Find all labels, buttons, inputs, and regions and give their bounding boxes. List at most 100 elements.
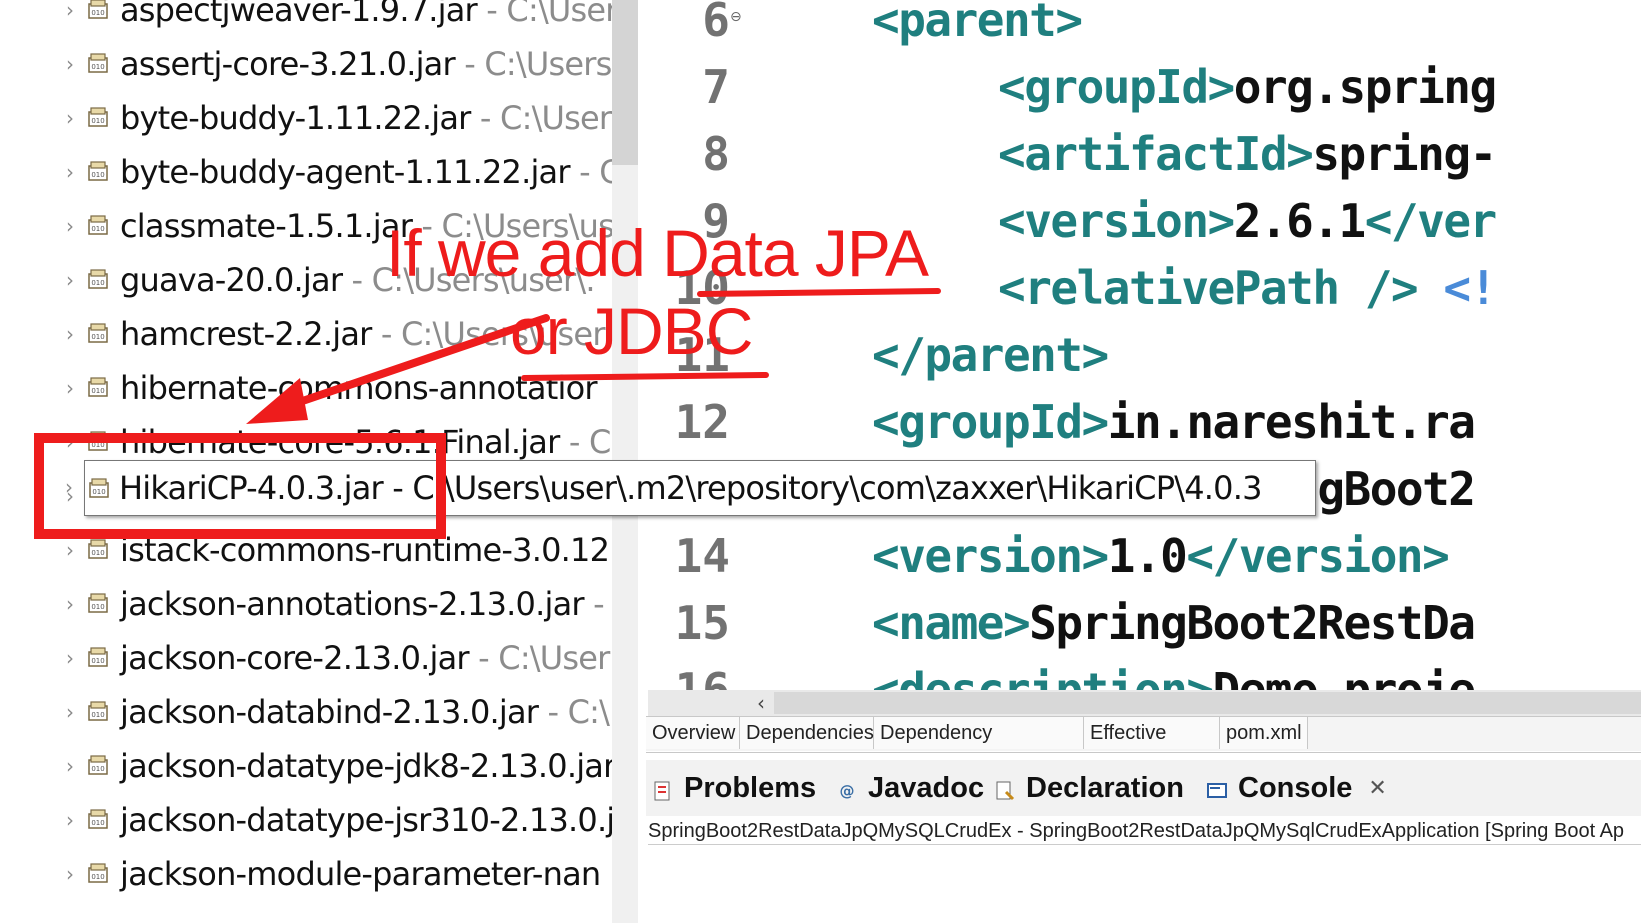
tree-item-label: assertj-core-3.21.0.jar - C:\Users — [120, 44, 612, 84]
expand-chevron-icon[interactable]: › — [66, 863, 80, 885]
code-line[interactable]: 14 <version>1.0</version> — [640, 531, 1641, 597]
jar-name: assertj-core-3.21.0.jar — [120, 45, 456, 83]
tab-overview[interactable]: Overview — [646, 717, 740, 749]
tab-dependency-hierarchy[interactable]: Dependency Hierarchy — [874, 717, 1084, 776]
annotation-line-2: or JDBC — [510, 294, 753, 368]
code-token: </version> — [1186, 529, 1449, 583]
fold-toggle-icon[interactable]: ⊖ — [730, 9, 742, 25]
expand-chevron-icon[interactable]: › — [66, 539, 80, 561]
tree-item-label: jackson-annotations-2.13.0.jar - — [120, 584, 605, 624]
tree-item-jar[interactable]: › 010 jackson-module-parameter-nan — [0, 848, 612, 902]
expand-chevron-icon[interactable]: › — [66, 593, 80, 615]
tab-problems[interactable]: Problems — [652, 760, 816, 816]
tab-javadoc[interactable]: @ Javadoc — [836, 760, 985, 816]
jar-file-icon: 010 — [86, 160, 110, 184]
jar-name: jackson-databind-2.13.0.jar — [120, 693, 539, 731]
code-text: <groupId>org.spring — [998, 60, 1497, 114]
tree-item-jar[interactable]: › 010 assertj-core-3.21.0.jar - C:\Users — [0, 38, 612, 92]
expand-chevron-icon[interactable]: › — [66, 107, 80, 129]
code-line[interactable]: 12 <groupId>in.nareshit.ra — [640, 397, 1641, 463]
expand-chevron-icon[interactable]: › — [66, 53, 80, 75]
expand-chevron-icon[interactable]: › — [66, 809, 80, 831]
tree-item-jar[interactable]: › 010 jackson-annotations-2.13.0.jar - — [0, 578, 612, 632]
explorer-scrollbar-thumb[interactable] — [612, 0, 638, 165]
code-token: spring- — [1312, 127, 1497, 181]
jar-name: byte-buddy-agent-1.11.22.jar — [120, 153, 571, 191]
console-process-label: SpringBoot2RestDataJpQMySQLCrudEx - Spri… — [648, 818, 1641, 845]
code-token: 1.0 — [1107, 529, 1188, 583]
code-text: <version>1.0</version> — [872, 529, 1450, 583]
code-token: <groupId> — [872, 395, 1109, 449]
code-token: <relativePath /> — [998, 261, 1419, 315]
tree-item-jar[interactable]: › 010 jackson-datatype-jsr310-2.13.0.j — [0, 794, 612, 848]
tree-item-label: hibernate-commons-annotatior — [120, 368, 598, 408]
code-line[interactable]: 11 </parent> — [640, 330, 1641, 396]
code-text: <artifactId>spring- — [998, 127, 1497, 181]
code-token: <groupId> — [998, 60, 1235, 114]
jar-path: - — [583, 585, 605, 623]
jar-path: - C:\Users — [470, 99, 612, 137]
pom-xml-editor[interactable]: 6 ⊖ <parent> 7 <groupId>org.spring 8 <artifact… — [640, 0, 1641, 690]
tree-item-jar[interactable]: › 010 aspectjweaver-1.9.7.jar - C:\User — [0, 0, 612, 38]
expand-chevron-icon[interactable]: › — [66, 647, 80, 669]
tree-item-label: jackson-core-2.13.0.jar - C:\User — [120, 638, 610, 678]
code-line[interactable]: 15 <name>SpringBoot2RestDa — [640, 598, 1641, 664]
svg-text:010: 010 — [91, 765, 104, 773]
code-token: </ver — [1364, 194, 1497, 248]
code-token: <artifactId> — [998, 127, 1314, 181]
code-token: <version> — [872, 529, 1109, 583]
tree-item-label: jackson-module-parameter-nan — [120, 854, 601, 894]
code-token: <version> — [998, 194, 1235, 248]
code-line[interactable]: 8 <artifactId>spring- — [640, 129, 1641, 195]
tree-item-jar[interactable]: › 010 jackson-datatype-jdk8-2.13.0.jar — [0, 740, 612, 794]
code-token: </parent> — [872, 328, 1109, 382]
tree-item-jar[interactable]: › 010 jackson-core-2.13.0.jar - C:\User — [0, 632, 612, 686]
tree-item-jar[interactable]: › 010 byte-buddy-agent-1.11.22.jar - C — [0, 146, 612, 200]
editor-scrollbar-thumb[interactable] — [774, 692, 1641, 714]
code-line[interactable]: 7 <groupId>org.spring — [640, 62, 1641, 128]
expand-chevron-icon[interactable]: › — [66, 0, 80, 21]
line-number: 8 — [702, 127, 730, 181]
tree-item-label: jackson-databind-2.13.0.jar - C:\ — [120, 692, 610, 732]
tree-item-jar[interactable]: › 010 jackson-databind-2.13.0.jar - C:\ — [0, 686, 612, 740]
annotation-line-1: If we add Data JPA — [386, 216, 929, 290]
scroll-left-arrow-icon[interactable]: ‹ — [748, 690, 774, 716]
line-number: 15 — [674, 596, 730, 650]
tab-pom-xml[interactable]: pom.xml — [1220, 717, 1308, 749]
tab-console[interactable]: Console ✕ — [1206, 760, 1387, 816]
jar-name: jackson-module-parameter-nan — [120, 855, 601, 893]
expand-chevron-icon[interactable]: › — [66, 377, 80, 399]
tab-effective-pom[interactable]: Effective POM — [1084, 717, 1220, 776]
line-number: 12 — [674, 395, 730, 449]
tab-dependencies[interactable]: Dependencies — [740, 717, 874, 749]
code-token: SpringBoot2RestDa — [1029, 596, 1476, 650]
expand-chevron-icon[interactable]: › — [66, 701, 80, 723]
jar-name: guava-20.0.jar — [120, 261, 343, 299]
javadoc-icon: @ — [836, 777, 858, 800]
code-token: <! — [1443, 261, 1497, 315]
expand-chevron-icon[interactable]: › — [66, 323, 80, 345]
code-line[interactable]: 6 ⊖ <parent> — [640, 0, 1641, 61]
jar-path: - C — [579, 153, 612, 191]
jar-file-icon: 010 — [86, 0, 110, 22]
close-icon[interactable]: ✕ — [1368, 775, 1386, 801]
expand-chevron-icon[interactable]: › — [66, 755, 80, 777]
expand-chevron-icon[interactable]: › — [66, 269, 80, 291]
svg-text:010: 010 — [91, 279, 104, 287]
view-tab-bar: Problems @ Javadoc Declaration Console ✕ — [646, 760, 1641, 816]
tree-item-jar[interactable]: › 010 hibernate-commons-annotatior — [0, 362, 612, 416]
code-text: <name>SpringBoot2RestDa — [872, 596, 1476, 650]
tab-declaration[interactable]: Declaration — [994, 760, 1184, 816]
red-highlight-box — [34, 433, 446, 539]
expand-chevron-icon[interactable]: › — [66, 161, 80, 183]
line-number: 16 — [674, 663, 730, 690]
svg-text:010: 010 — [91, 63, 104, 71]
jar-file-icon: 010 — [86, 646, 110, 670]
code-token: org.spring — [1233, 60, 1497, 114]
expand-chevron-icon[interactable]: › — [66, 215, 80, 237]
jar-file-icon: 010 — [86, 52, 110, 76]
code-line[interactable]: 16 <description>Demo proje — [640, 665, 1641, 690]
jar-file-icon: 010 — [86, 322, 110, 346]
tree-item-jar[interactable]: › 010 byte-buddy-1.11.22.jar - C:\Users — [0, 92, 612, 146]
